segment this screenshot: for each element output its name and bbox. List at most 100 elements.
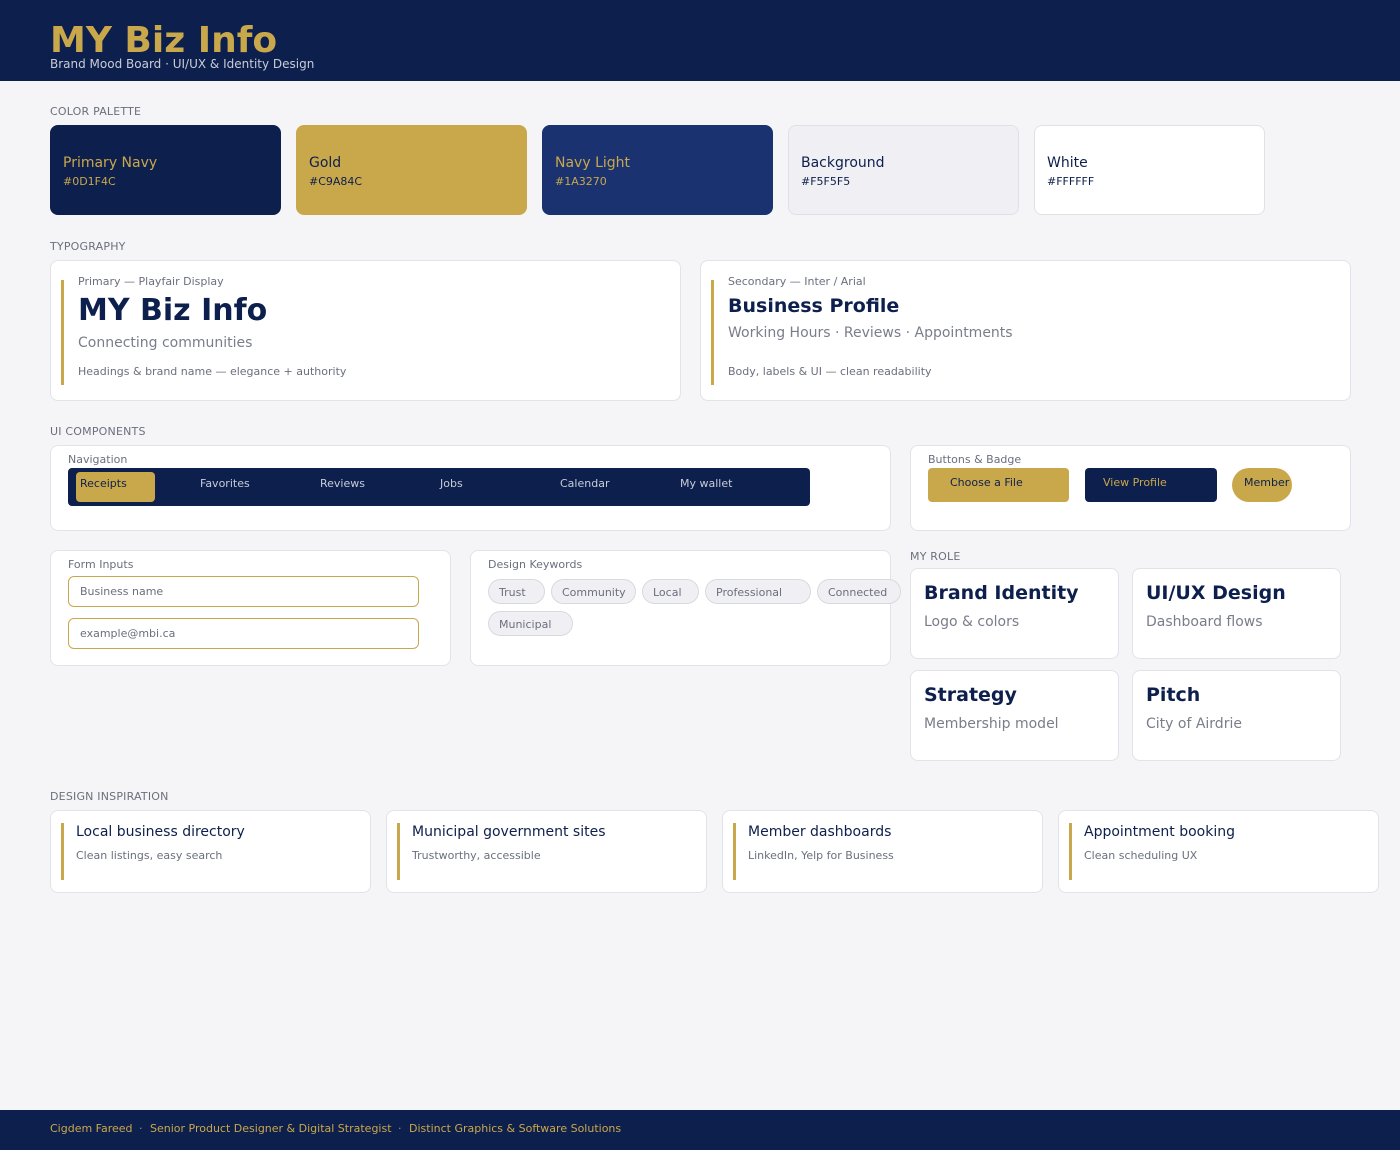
form-inputs-card: Form Inputs Business name example@mbi.ca [50, 550, 451, 666]
role-title: UI/UX Design [1146, 582, 1286, 604]
inspiration-subtitle: Clean listings, easy search [76, 849, 223, 862]
footer-separator: · [139, 1122, 143, 1135]
nav-item-favorites[interactable]: Favorites [200, 477, 250, 490]
swatch-white: White #FFFFFF [1034, 125, 1265, 215]
view-profile-label: View Profile [1103, 476, 1167, 489]
swatch-hex: #FFFFFF [1047, 175, 1095, 188]
accent-bar [61, 280, 64, 385]
role-card-pitch: Pitch City of Airdrie [1132, 670, 1341, 761]
accent-bar [733, 823, 736, 880]
member-badge-label: Member [1244, 476, 1290, 489]
role-title: Brand Identity [924, 582, 1079, 604]
typography-secondary-note: Body, labels & UI — clean readability [728, 365, 932, 378]
typography-secondary-card: Secondary — Inter / Arial Business Profi… [700, 260, 1351, 401]
accent-bar [1069, 823, 1072, 880]
inspiration-card-local-business: Local business directory Clean listings,… [50, 810, 371, 893]
nav-item-jobs[interactable]: Jobs [440, 477, 463, 490]
footer-bar: Cigdem Fareed · Senior Product Designer … [0, 1110, 1400, 1150]
footer-company: Distinct Graphics & Software Solutions [409, 1122, 622, 1135]
section-label-color-palette: COLOR PALETTE [50, 105, 142, 118]
inspiration-title: Appointment booking [1084, 824, 1236, 840]
typography-secondary-sample: Business Profile [728, 295, 900, 317]
member-badge: Member [1232, 468, 1292, 502]
role-card-uiux-design: UI/UX Design Dashboard flows [1132, 568, 1341, 659]
choose-file-button[interactable]: Choose a File [928, 468, 1069, 502]
footer-role: Senior Product Designer & Digital Strate… [150, 1122, 392, 1135]
navigation-label: Navigation [68, 453, 128, 466]
business-name-input[interactable]: Business name [68, 576, 419, 607]
keyword-chip: Trust [488, 579, 545, 604]
section-label-typography: TYPOGRAPHY [50, 240, 126, 253]
typography-primary-card: Primary — Playfair Display MY Biz Info C… [50, 260, 681, 401]
keyword-chip: Local [642, 579, 699, 604]
inspiration-card-member-dashboards: Member dashboards LinkedIn, Yelp for Bus… [722, 810, 1043, 893]
swatch-hex: #1A3270 [555, 175, 607, 188]
accent-bar [711, 280, 714, 385]
swatch-hex: #0D1F4C [63, 175, 116, 188]
swatch-navy-light: Navy Light #1A3270 [542, 125, 773, 215]
inspiration-card-municipal: Municipal government sites Trustworthy, … [386, 810, 707, 893]
role-subtitle: City of Airdrie [1146, 716, 1242, 732]
swatch-hex: #C9A84C [309, 175, 363, 188]
role-title: Pitch [1146, 684, 1201, 706]
role-card-strategy: Strategy Membership model [910, 670, 1119, 761]
keyword-label: Municipal [499, 618, 552, 631]
nav-item-receipts[interactable]: Receipts [76, 472, 155, 502]
typography-primary-note: Headings & brand name — elegance + autho… [78, 365, 347, 378]
keyword-label: Professional [716, 586, 783, 599]
view-profile-button[interactable]: View Profile [1085, 468, 1217, 502]
typography-primary-tagline: Connecting communities [78, 335, 253, 351]
keyword-chip: Professional [705, 579, 811, 604]
nav-item-calendar[interactable]: Calendar [560, 477, 609, 490]
footer-name: Cigdem Fareed [50, 1122, 133, 1135]
nav-item-reviews[interactable]: Reviews [320, 477, 365, 490]
keyword-chip: Connected [817, 579, 901, 604]
swatch-name: Navy Light [555, 155, 631, 171]
design-keywords-card: Design Keywords Trust Community Local Pr… [470, 550, 901, 666]
inspiration-title: Member dashboards [748, 824, 892, 840]
accent-bar [397, 823, 400, 880]
email-input[interactable]: example@mbi.ca [68, 618, 419, 649]
section-label-my-role: MY ROLE [910, 550, 961, 563]
email-placeholder: example@mbi.ca [80, 627, 176, 640]
typography-primary-label: Primary — Playfair Display [78, 275, 224, 288]
section-label-ui-components: UI COMPONENTS [50, 425, 146, 438]
inspiration-subtitle: Clean scheduling UX [1084, 849, 1198, 862]
business-name-placeholder: Business name [80, 585, 164, 598]
swatch-primary-navy: Primary Navy #0D1F4C [50, 125, 281, 215]
role-subtitle: Logo & colors [924, 614, 1020, 630]
swatch-name: Primary Navy [63, 155, 158, 171]
inspiration-subtitle: Trustworthy, accessible [412, 849, 541, 862]
typography-primary-sample: MY Biz Info [78, 293, 268, 328]
keyword-label: Community [562, 586, 626, 599]
typography-secondary-label: Secondary — Inter / Arial [728, 275, 866, 288]
inspiration-title: Local business directory [76, 824, 245, 840]
brand-title: MY Biz Info [50, 20, 278, 61]
keyword-label: Connected [828, 586, 888, 599]
role-title: Strategy [924, 684, 1017, 706]
keyword-chip: Municipal [488, 611, 573, 636]
accent-bar [61, 823, 64, 880]
inspiration-title: Municipal government sites [412, 824, 606, 840]
swatch-hex: #F5F5F5 [801, 175, 851, 188]
keyword-chip: Community [551, 579, 636, 604]
header-bar: MY Biz Info Brand Mood Board · UI/UX & I… [0, 0, 1400, 81]
form-inputs-label: Form Inputs [68, 558, 134, 571]
design-keywords-label: Design Keywords [488, 558, 583, 571]
swatch-gold: Gold #C9A84C [296, 125, 527, 215]
nav-item-my-wallet[interactable]: My wallet [680, 477, 732, 490]
swatch-background: Background #F5F5F5 [788, 125, 1019, 215]
role-subtitle: Dashboard flows [1146, 614, 1263, 630]
swatch-name: White [1047, 155, 1088, 171]
inspiration-subtitle: LinkedIn, Yelp for Business [748, 849, 894, 862]
buttons-card: Buttons & Badge Choose a File View Profi… [910, 445, 1351, 531]
brand-subtitle: Brand Mood Board · UI/UX & Identity Desi… [50, 57, 315, 71]
keyword-label: Trust [499, 586, 526, 599]
navigation-bar: Receipts Favorites Reviews Jobs Calendar… [68, 468, 810, 506]
role-subtitle: Membership model [924, 716, 1059, 732]
footer-separator: · [398, 1122, 402, 1135]
section-label-design-inspiration: DESIGN INSPIRATION [50, 790, 169, 803]
inspiration-card-appointment-booking: Appointment booking Clean scheduling UX [1058, 810, 1379, 893]
navigation-card: Navigation Receipts Favorites Reviews Jo… [50, 445, 891, 531]
typography-secondary-tagline: Working Hours · Reviews · Appointments [728, 325, 1013, 341]
